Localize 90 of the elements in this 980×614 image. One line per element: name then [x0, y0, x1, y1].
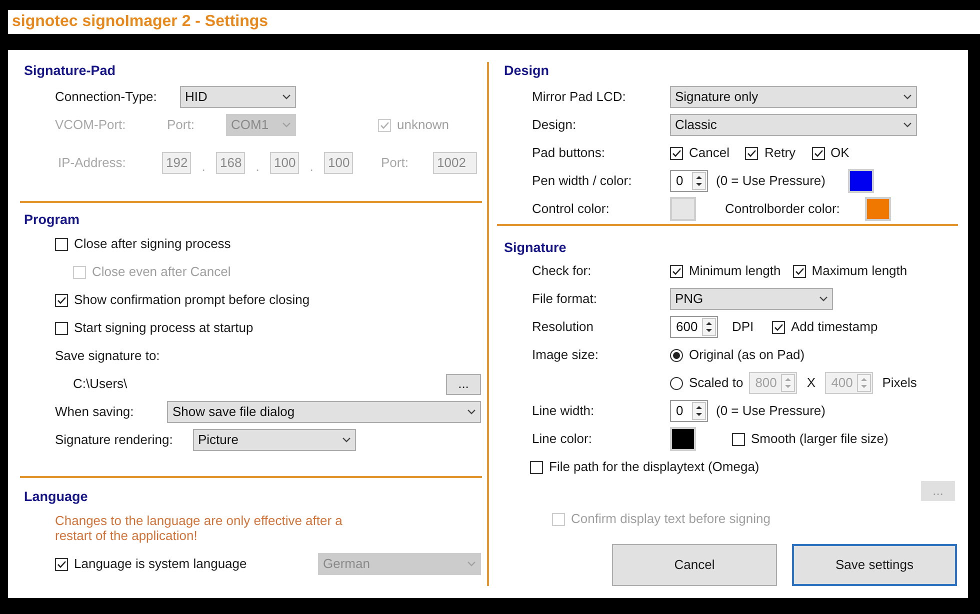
- checkbox[interactable]: Maximum length: [792, 261, 908, 281]
- dropdown[interactable]: Picture: [193, 429, 356, 451]
- label: Connection-Type:: [55, 88, 158, 106]
- checkbox[interactable]: Close after signing process: [55, 234, 231, 254]
- spinner-arrows-icon: [692, 402, 706, 420]
- browse-button[interactable]: ...: [446, 374, 481, 394]
- dropdown[interactable]: HID: [180, 86, 296, 108]
- checkbox[interactable]: Minimum length: [670, 261, 781, 281]
- folder-path: C:\Users\: [73, 375, 128, 394]
- restart-notice: Changes to the language are only effective after a restart of the application!: [55, 513, 344, 543]
- checkmark-icon: [794, 266, 805, 276]
- label: Port:: [381, 154, 410, 172]
- label: Pixels: [882, 374, 917, 392]
- spin-field[interactable]: 600: [670, 316, 718, 338]
- spinner-arrows-icon: [692, 172, 706, 190]
- dialog-button[interactable]: Save settings: [792, 544, 957, 586]
- chevron-down-icon: [342, 437, 351, 443]
- dropdown[interactable]: Classic: [670, 114, 917, 136]
- chevron-down-icon: [903, 122, 912, 128]
- label: Image size:: [532, 346, 600, 364]
- dropdown[interactable]: Signature only: [670, 86, 917, 108]
- unit-label: DPI: [732, 318, 755, 336]
- checkbox[interactable]: Add timestamp: [772, 317, 878, 337]
- label: Design:: [532, 116, 578, 134]
- chevron-down-icon: [467, 409, 476, 415]
- checkmark-icon: [56, 558, 67, 570]
- label: VCOM-Port:: [55, 116, 127, 134]
- spinner-arrows-icon: [781, 374, 796, 392]
- checkmark-icon: [56, 294, 67, 306]
- chevron-down-icon: [467, 561, 476, 567]
- checkmark-icon: [746, 148, 758, 158]
- chevron-down-icon: [282, 94, 291, 100]
- label: When saving:: [55, 403, 135, 422]
- checkbox[interactable]: Retry: [745, 143, 796, 163]
- separator: .: [200, 158, 206, 176]
- checkbox[interactable]: File path for the displaytext (Omega): [530, 457, 760, 477]
- hint-text: (0 = Use Pressure): [716, 172, 826, 190]
- label: Check for:: [532, 262, 592, 280]
- window-title: signotec signoImager 2 - Settings: [12, 12, 268, 32]
- hint-text: (0 = Use Pressure): [716, 402, 826, 420]
- checkbox[interactable]: OK: [812, 143, 850, 163]
- dialog-button[interactable]: Cancel: [612, 544, 777, 586]
- radio-button[interactable]: [670, 376, 683, 390]
- radio-button[interactable]: [670, 348, 683, 362]
- checkbox[interactable]: Show confirmation prompt before closing: [55, 290, 310, 310]
- section-heading: Signature-Pad: [24, 62, 117, 80]
- color-swatch[interactable]: [670, 427, 696, 451]
- label: Control color:: [532, 200, 610, 218]
- color-swatch[interactable]: [865, 197, 891, 221]
- chevron-down-icon: [282, 122, 291, 128]
- label: File format:: [532, 290, 598, 308]
- label: Save signature to:: [55, 347, 160, 366]
- checkmark-icon: [671, 266, 682, 276]
- label: Controlborder color:: [725, 200, 841, 218]
- checkbox[interactable]: Language is system language: [55, 554, 247, 574]
- checkmark-icon: [671, 148, 682, 158]
- dropdown[interactable]: PNG: [670, 288, 833, 310]
- section-heading: Program: [24, 211, 81, 229]
- section-heading: Signature: [504, 239, 568, 257]
- label: Resolution: [532, 318, 594, 336]
- spin-field[interactable]: 0: [670, 400, 708, 422]
- separator: .: [308, 158, 314, 176]
- label: Pad buttons:: [532, 144, 606, 162]
- checkmark-icon: [773, 322, 784, 332]
- label: Signature rendering:: [55, 431, 174, 450]
- checkbox[interactable]: Smooth (larger file size): [732, 429, 888, 449]
- section-heading: Language: [24, 488, 89, 506]
- label: Line width:: [532, 402, 596, 420]
- label: Mirror Pad LCD:: [532, 88, 627, 106]
- color-swatch[interactable]: [848, 169, 874, 193]
- radio-label: Scaled to: [689, 374, 744, 392]
- label: X: [806, 374, 817, 392]
- label: Line color:: [532, 430, 593, 448]
- checkmark-icon: [379, 120, 390, 130]
- label: Pen width / color:: [532, 172, 633, 190]
- label: Port:: [167, 116, 196, 134]
- checkbox[interactable]: Start signing process at startup: [55, 318, 254, 338]
- color-swatch[interactable]: [670, 197, 696, 221]
- radio-label: Original (as on Pad): [689, 346, 805, 364]
- dropdown[interactable]: Show save file dialog: [167, 401, 481, 423]
- spinner-arrows-icon: [857, 374, 872, 392]
- label: IP-Address:: [57, 154, 127, 172]
- separator: .: [254, 158, 260, 176]
- section-heading: Design: [504, 62, 550, 80]
- chevron-down-icon: [903, 94, 912, 100]
- spin-field[interactable]: 0: [670, 170, 708, 192]
- chevron-down-icon: [819, 296, 828, 302]
- spinner-arrows-icon: [702, 318, 716, 336]
- checkbox[interactable]: Cancel: [670, 143, 730, 163]
- checkmark-icon: [812, 148, 824, 158]
